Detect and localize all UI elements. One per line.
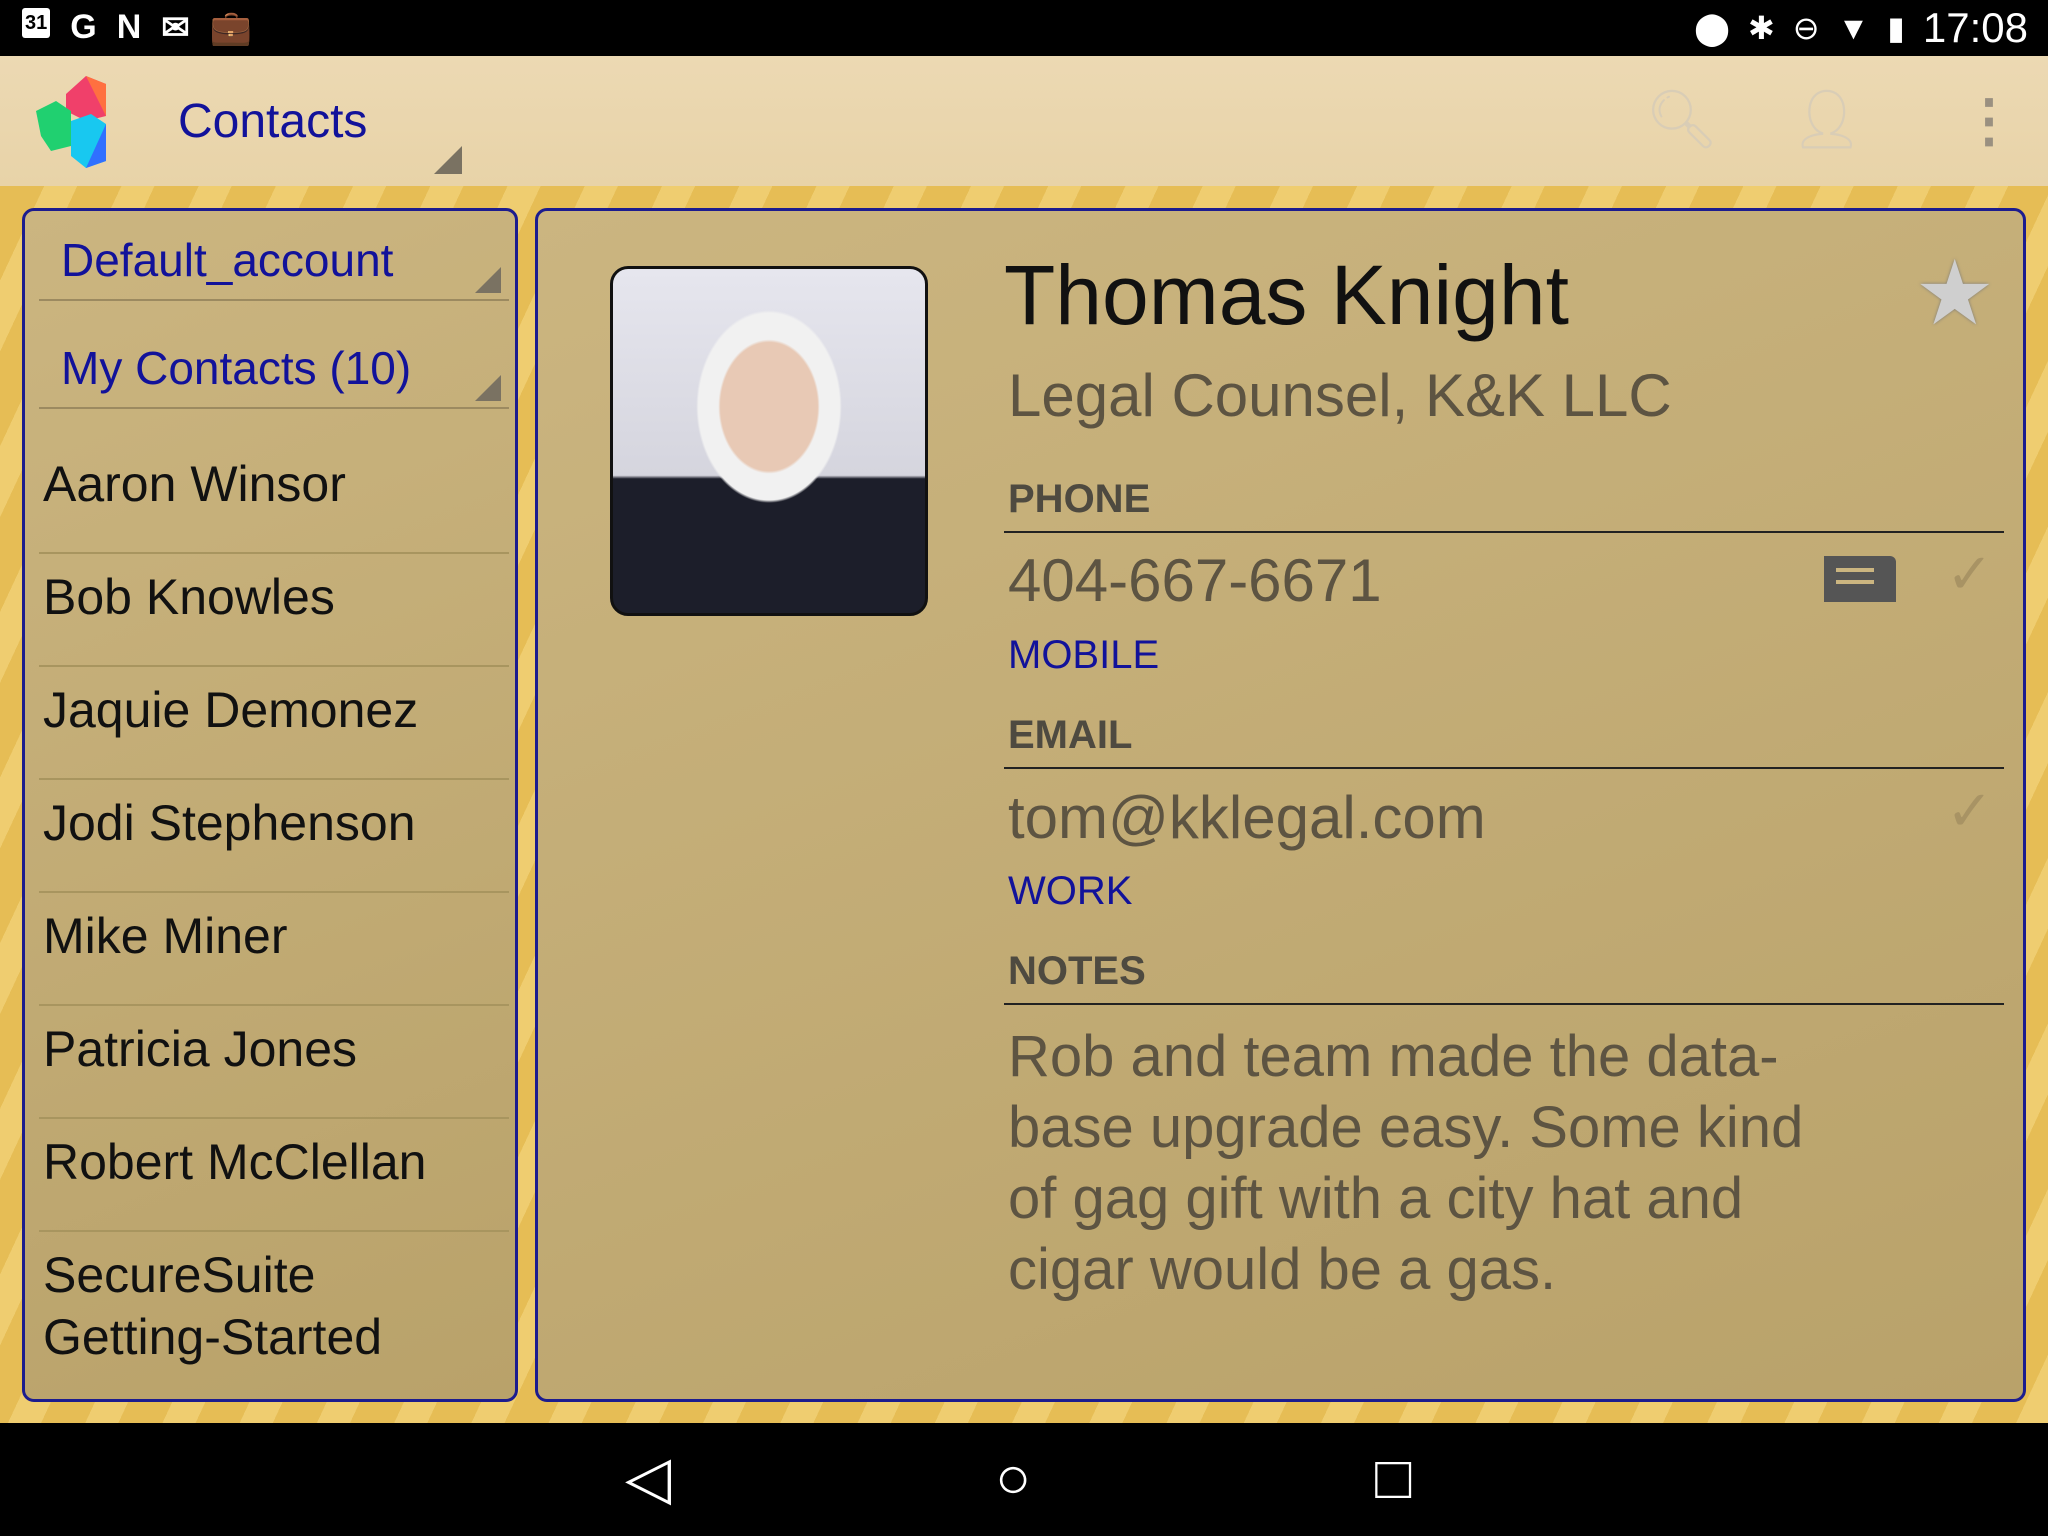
navigation-bar: ◁ ○ □ bbox=[0, 1423, 2048, 1536]
phone-type: MOBILE bbox=[1008, 633, 1160, 677]
bluetooth-icon: ✱ bbox=[1747, 10, 1775, 46]
status-bar: 31 G N ✉ 💼 ⬤ ✱ ⊖ ▼ ▮ 17:08 bbox=[0, 0, 2048, 56]
battery-icon: ▮ bbox=[1887, 10, 1905, 46]
divider bbox=[1004, 531, 2004, 533]
email-value[interactable]: tom@kklegal.com bbox=[1008, 783, 1486, 852]
contact-list-item[interactable]: Patricia Jones bbox=[39, 1006, 509, 1119]
contact-detail-panel: Thomas Knight Legal Counsel, K&K LLC ★ P… bbox=[535, 208, 2026, 1402]
notes-text: Rob and team made the data-base upgrade … bbox=[1008, 1024, 1804, 1302]
add-contact-icon[interactable]: 👤︎ bbox=[1790, 86, 1864, 154]
location-icon: ⬤ bbox=[1694, 10, 1730, 46]
contact-list-item[interactable]: Robert McClellan bbox=[39, 1119, 509, 1232]
calendar-icon: 31 bbox=[22, 8, 51, 38]
account-label: Default_account bbox=[61, 234, 394, 286]
group-selector[interactable]: My Contacts (10) bbox=[39, 319, 509, 409]
message-icon[interactable] bbox=[1824, 556, 1896, 602]
contact-name: Thomas Knight bbox=[1004, 248, 1569, 342]
back-icon[interactable]: ◁ bbox=[625, 1443, 671, 1513]
checkmark-icon[interactable]: ✓ bbox=[1946, 541, 1993, 607]
app-logo-icon bbox=[36, 76, 106, 168]
contact-list-item[interactable]: SecureSuite Getting-Started bbox=[39, 1232, 439, 1392]
contact-list-panel: Default_account My Contacts (10) Aaron W… bbox=[22, 208, 518, 1402]
app-bar: Contacts 🔍︎ 👤︎ ⋮ bbox=[0, 56, 2048, 186]
contact-photo bbox=[610, 266, 928, 616]
notes-heading: NOTES bbox=[1008, 949, 1146, 993]
contact-list-item[interactable]: Jodi Stephenson bbox=[39, 780, 509, 893]
contact-list-item[interactable]: Jaquie Demonez bbox=[39, 667, 509, 780]
favorite-star-icon[interactable]: ★ bbox=[1914, 241, 1995, 346]
clock: 17:08 bbox=[1922, 4, 2028, 51]
account-selector[interactable]: Default_account bbox=[39, 211, 509, 301]
app-title-dropdown[interactable]: Contacts bbox=[178, 94, 367, 149]
contact-title: Legal Counsel, K&K LLC bbox=[1008, 362, 1672, 429]
overflow-menu-icon[interactable]: ⋮ bbox=[1960, 86, 2018, 154]
phone-heading: PHONE bbox=[1008, 477, 1151, 521]
wifi-icon: ▼ bbox=[1837, 9, 1870, 46]
gmail-icon: ✉ bbox=[161, 9, 190, 47]
email-heading: EMAIL bbox=[1008, 713, 1133, 757]
group-label: My Contacts (10) bbox=[61, 342, 412, 394]
phone-value[interactable]: 404-667-6671 bbox=[1008, 546, 1382, 615]
checkmark-icon[interactable]: ✓ bbox=[1946, 778, 1993, 844]
n-icon: N bbox=[116, 8, 142, 46]
contact-list-item[interactable]: Bob Knowles bbox=[39, 554, 509, 667]
contact-list-item[interactable]: Mike Miner bbox=[39, 893, 509, 1006]
dnd-icon: ⊖ bbox=[1792, 10, 1820, 46]
recents-icon[interactable]: □ bbox=[1375, 1443, 1411, 1512]
divider bbox=[1004, 1003, 2004, 1005]
dropdown-triangle-icon bbox=[475, 375, 501, 401]
contact-list-item[interactable]: Aaron Winsor bbox=[39, 441, 509, 554]
search-icon[interactable]: 🔍︎ bbox=[1645, 86, 1719, 154]
email-type: WORK bbox=[1008, 869, 1133, 913]
home-icon[interactable]: ○ bbox=[995, 1443, 1031, 1512]
briefcase-icon: 💼 bbox=[209, 9, 253, 47]
divider bbox=[1004, 767, 2004, 769]
dropdown-triangle-icon bbox=[475, 267, 501, 293]
google-icon: G bbox=[70, 8, 97, 46]
dropdown-triangle-icon bbox=[434, 146, 462, 174]
